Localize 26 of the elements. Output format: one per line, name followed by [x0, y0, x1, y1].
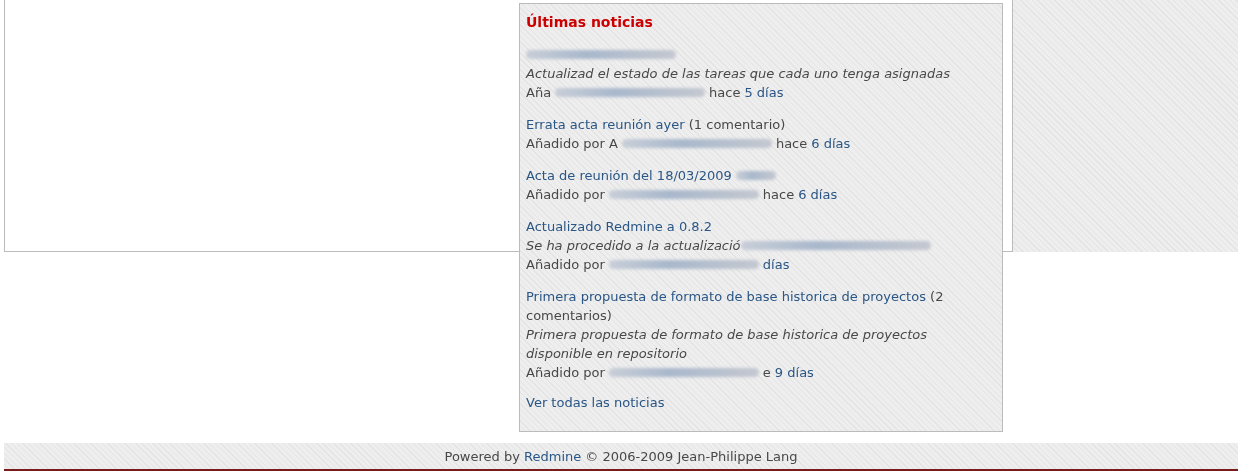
age-link[interactable]: 6 días — [811, 134, 851, 153]
author-label: Aña — [526, 84, 552, 102]
author-label: Añadido por — [526, 186, 605, 204]
news-headline: Primera propuesta de formato de base historica de proyectos (2 comentarios) — [526, 288, 945, 325]
age-label: e — [762, 364, 771, 382]
age-link[interactable]: 9 días — [774, 363, 814, 382]
author-label: Añadido por — [526, 256, 605, 274]
news-title-link[interactable]: Primera propuesta de formato de base historica de proyectos — [526, 289, 926, 304]
news-heading: Últimas noticias — [526, 12, 653, 32]
age-link[interactable]: días — [762, 255, 790, 274]
redmine-link[interactable]: Redmine — [524, 449, 582, 464]
news-title-link[interactable]: Actualizado Redmine a 0.8.2 — [526, 217, 712, 236]
age-label: hace — [709, 84, 741, 102]
news-description: Actualizad el estado de las tareas que cada uno tenga asignadas — [526, 66, 950, 81]
age-label: hace — [762, 186, 795, 204]
news-title-link[interactable]: Errata acta reunión ayer — [526, 117, 685, 132]
age-link[interactable]: 5 días — [744, 83, 784, 102]
all-news-link[interactable]: Ver todas las noticias — [526, 395, 665, 410]
age-label: hace — [775, 135, 808, 153]
news-description: Se ha procedido a la actualizació — [526, 237, 741, 255]
news-headline: Errata acta reunión ayer (1 comentario) — [526, 116, 787, 134]
author-label: Añadido por A — [526, 135, 618, 153]
footer-text: Powered by Redmine © 2006-2009 Jean-Philippe Lang — [443, 448, 799, 466]
author-label: Añadido por — [526, 364, 605, 382]
news-title-link[interactable]: Acta de reunión del 18/03/2009 — [526, 166, 732, 185]
age-link[interactable]: 6 días — [798, 185, 838, 204]
